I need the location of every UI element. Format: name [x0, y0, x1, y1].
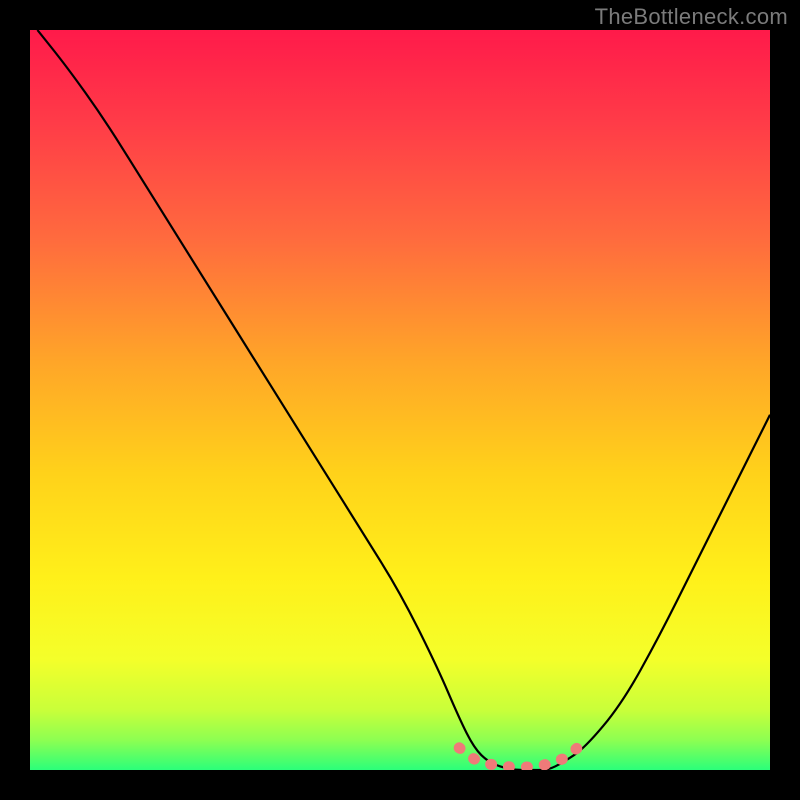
bottleneck-chart — [30, 30, 770, 770]
chart-frame — [30, 30, 770, 770]
watermark-text: TheBottleneck.com — [595, 4, 788, 30]
gradient-background — [30, 30, 770, 770]
